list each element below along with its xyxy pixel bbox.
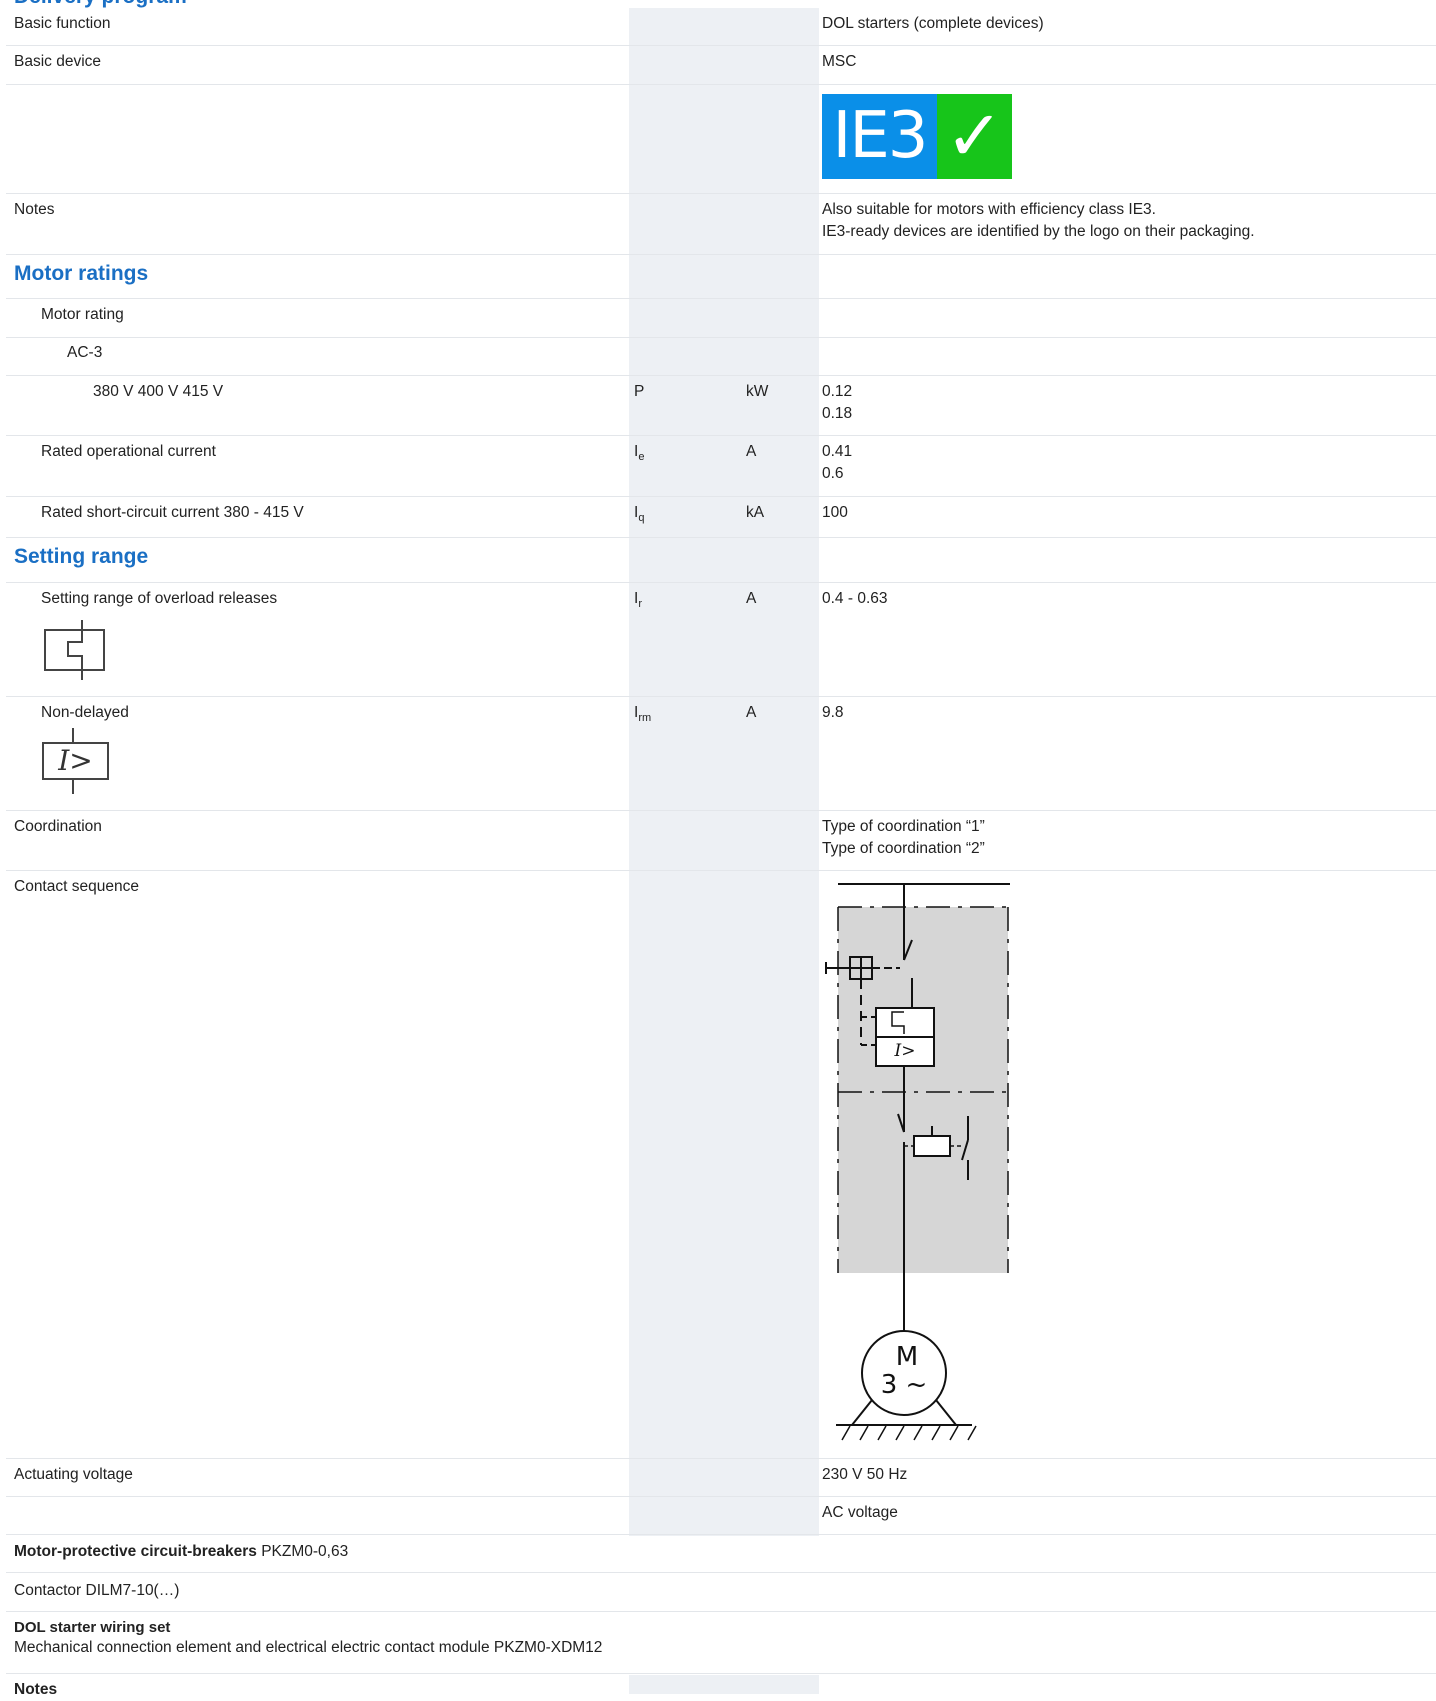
overload-symbol: Ir — [634, 590, 642, 610]
contactor-line: Contactor DILM7-10(…) — [14, 1582, 180, 1599]
coordination-label: Coordination — [14, 818, 102, 835]
notes-label: Notes — [14, 201, 55, 218]
section-heading-setting-range: Setting range — [14, 545, 149, 568]
motor-m-label: M — [895, 1342, 919, 1372]
overload-value: 0.4 - 0.63 — [822, 590, 888, 607]
overload-unit: A — [746, 590, 757, 607]
coordination-value-2: Type of coordination “2” — [822, 840, 985, 857]
mpcb-line: Motor-protective circuit-breakers PKZM0-… — [14, 1543, 349, 1560]
overload-release-icon — [44, 620, 105, 680]
ie3-logo: IE3 ✓ — [822, 94, 1012, 179]
ac3-label: AC-3 — [67, 344, 103, 361]
motor-rating-label: Motor rating — [41, 306, 124, 323]
rated-current-value-1: 0.41 — [822, 443, 853, 460]
notes-value-line1: Also suitable for motors with efficiency… — [822, 201, 1156, 218]
symbol-column-shade — [629, 8, 819, 1536]
non-delayed-label: Non-delayed — [41, 704, 129, 721]
voltage-label: 380 V 400 V 415 V — [93, 383, 224, 400]
non-delayed-release-icon: I> — [42, 728, 110, 794]
ie3-logo-text: IE3 — [822, 94, 937, 179]
actuating-voltage-label: Actuating voltage — [14, 1466, 133, 1483]
short-circuit-symbol: Iq — [634, 504, 645, 524]
power-value-2: 0.18 — [822, 405, 853, 422]
power-unit: kW — [746, 383, 769, 400]
coordination-value-1: Type of coordination “1” — [822, 818, 985, 835]
basic-device-label: Basic device — [14, 53, 102, 70]
rated-current-value-2: 0.6 — [822, 465, 844, 482]
rated-current-unit: A — [746, 443, 757, 460]
basic-function-value: DOL starters (complete devices) — [822, 15, 1044, 32]
notes-bottom-heading: Notes — [14, 1681, 58, 1698]
power-symbol: P — [634, 383, 645, 400]
rated-current-symbol: Ie — [634, 443, 645, 463]
section-heading-delivery: Delivery program — [14, 0, 187, 10]
actuating-voltage-type: AC voltage — [822, 1504, 898, 1521]
diagram-i-label: I> — [894, 1041, 916, 1061]
wiring-set-description: Mechanical connection element and electr… — [14, 1639, 603, 1656]
rated-current-label: Rated operational current — [41, 443, 216, 460]
basic-function-label: Basic function — [14, 15, 111, 32]
wiring-set-title: DOL starter wiring set — [14, 1619, 171, 1636]
short-circuit-label: Rated short-circuit current 380 - 415 V — [41, 504, 304, 521]
short-circuit-unit: kA — [746, 504, 765, 521]
contact-sequence-label: Contact sequence — [14, 878, 139, 895]
contact-sequence-diagram: I> M 3 ~ — [822, 880, 1012, 1446]
symbol-column-shade-bottom — [629, 1675, 819, 1694]
short-circuit-value: 100 — [822, 504, 848, 521]
power-value-1: 0.12 — [822, 383, 853, 400]
non-delayed-symbol: Irm — [634, 704, 652, 724]
notes-value-line2: IE3-ready devices are identified by the … — [822, 223, 1255, 240]
non-delayed-value: 9.8 — [822, 704, 844, 721]
check-icon: ✓ — [937, 94, 1012, 179]
non-delayed-unit: A — [746, 704, 757, 721]
actuating-voltage-value: 230 V 50 Hz — [822, 1466, 908, 1483]
basic-device-value: MSC — [822, 53, 857, 70]
motor-3-label: 3 ~ — [880, 1370, 928, 1400]
overload-label: Setting range of overload releases — [41, 590, 278, 607]
section-heading-motor-ratings: Motor ratings — [14, 262, 149, 285]
